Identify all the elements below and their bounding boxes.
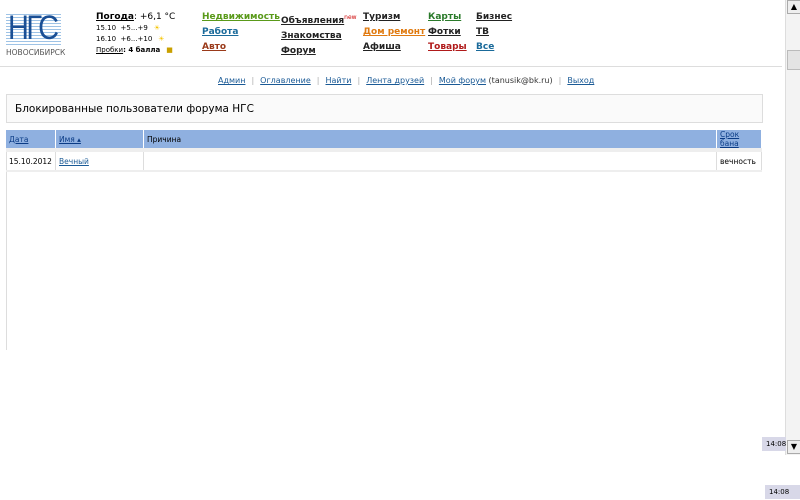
nav-link[interactable]: Бизнес bbox=[476, 10, 512, 25]
sun-icon: ☀ bbox=[153, 24, 161, 32]
divider bbox=[0, 66, 782, 67]
tray-clock: 14:08 bbox=[765, 485, 800, 499]
user-link[interactable]: Вечный bbox=[59, 157, 89, 166]
table-header: Дата Имя ▴ Причина Срок бана bbox=[6, 130, 762, 150]
scroll-up-icon[interactable]: ▲ bbox=[787, 0, 800, 14]
sort-date[interactable]: Дата bbox=[9, 135, 28, 144]
find-link[interactable]: Найти bbox=[326, 76, 352, 85]
nav-column: Карты Фотки Товары bbox=[428, 10, 467, 55]
forecast-day: 15.10 +5...+9 ☀ bbox=[96, 24, 161, 32]
weather-link[interactable]: Погода bbox=[96, 12, 134, 22]
nav-link[interactable]: Работа bbox=[202, 25, 280, 40]
my-forum-link[interactable]: Мой форум bbox=[439, 76, 486, 85]
clock: 14:08 bbox=[762, 437, 786, 451]
scroll-down-icon[interactable]: ▼ bbox=[787, 440, 800, 454]
new-badge: new bbox=[344, 14, 357, 21]
nav-link[interactable]: Знакомства bbox=[281, 29, 357, 44]
nav-link[interactable]: Все bbox=[476, 40, 512, 55]
banned-users-table: Дата Имя ▴ Причина Срок бана 15.10.2012 … bbox=[6, 130, 762, 172]
traffic-icon: ■ bbox=[166, 46, 173, 54]
nav-column: Бизнес ТВ Все bbox=[476, 10, 512, 55]
nav-link[interactable]: Карты bbox=[428, 10, 467, 25]
nav-link[interactable]: Дом ремонт bbox=[363, 25, 425, 40]
weather-widget: Погода: +6,1 °C 15.10 +5...+9 ☀ 16.10 +6.… bbox=[96, 12, 176, 54]
reason-header: Причина bbox=[143, 130, 717, 150]
ngs-logo[interactable]: НГС НОВОСИБИРСК bbox=[6, 9, 66, 57]
page-title-box: Блокированные пользователи форума НГС bbox=[6, 94, 763, 123]
sort-term[interactable]: Срок бана bbox=[720, 130, 739, 148]
nav-link[interactable]: Товары bbox=[428, 40, 467, 55]
nav-link[interactable]: Недвижимость bbox=[202, 10, 280, 25]
scroll-thumb[interactable] bbox=[787, 50, 800, 70]
page-title: Блокированные пользователи форума НГС bbox=[15, 103, 254, 115]
logo-city: НОВОСИБИРСК bbox=[6, 48, 66, 57]
nav-column: Объявленияnew Знакомства Форум bbox=[281, 10, 357, 59]
nav-column: Туризм Дом ремонт Афиша bbox=[363, 10, 425, 55]
forecast-day: 16.10 +6...+10 ☀ bbox=[96, 35, 165, 43]
logout-link[interactable]: Выход bbox=[567, 76, 594, 85]
forum-links: Админ | Оглавление | Найти | Лента друзей | Мой … bbox=[218, 76, 595, 85]
nav-link[interactable]: Объявления bbox=[281, 16, 344, 26]
friends-feed-link[interactable]: Лента друзей bbox=[366, 76, 424, 85]
toc-link[interactable]: Оглавление bbox=[260, 76, 311, 85]
nav-link[interactable]: Туризм bbox=[363, 10, 425, 25]
nav-link[interactable]: Фотки bbox=[428, 25, 467, 40]
sort-name[interactable]: Имя ▴ bbox=[59, 135, 81, 144]
table-row: 15.10.2012 Вечный вечность bbox=[6, 148, 762, 172]
nav-link[interactable]: Афиша bbox=[363, 40, 425, 55]
nav-link[interactable]: Форум bbox=[281, 44, 357, 59]
nav-column: Недвижимость Работа Авто bbox=[202, 10, 280, 55]
vertical-scrollbar[interactable]: ▲ ▼ bbox=[785, 0, 800, 455]
admin-link[interactable]: Админ bbox=[218, 76, 245, 85]
traffic-link[interactable]: Пробки bbox=[96, 46, 123, 54]
nav-link[interactable]: ТВ bbox=[476, 25, 512, 40]
nav-link[interactable]: Авто bbox=[202, 40, 280, 55]
user-email: (tanusik@bk.ru) bbox=[486, 76, 553, 85]
sun-icon: ☀ bbox=[158, 35, 165, 43]
